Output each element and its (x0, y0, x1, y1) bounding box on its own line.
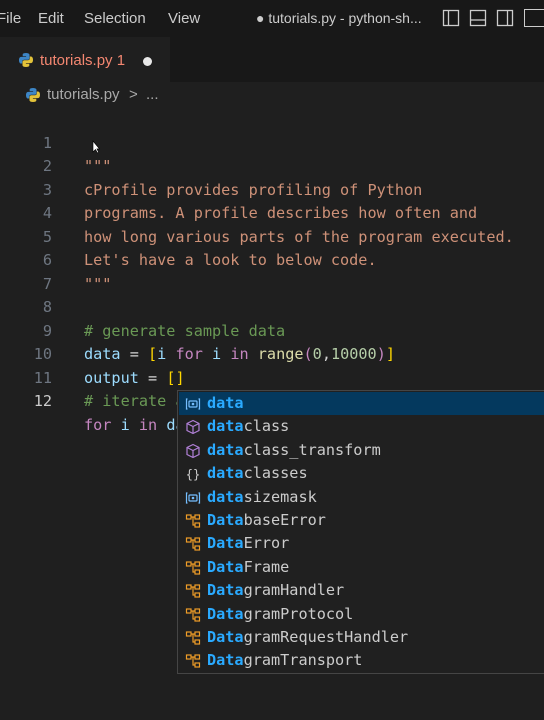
suggestion-item[interactable]: {} dataclasses (179, 462, 544, 485)
class-icon (185, 653, 201, 669)
suggestion-label: dataclasses (207, 462, 308, 485)
suggestion-match: Data (207, 511, 244, 529)
suggestion-label: data (207, 392, 244, 415)
code-line: 2 cProfile provides profiling of Python (0, 132, 544, 199)
autocomplete-suggestions[interactable]: data dataclass dataclass_transform{} datacl… (177, 390, 544, 674)
suggestion-item[interactable]: dataclass (179, 415, 544, 438)
code-line: 7 (0, 249, 544, 293)
suggestion-item[interactable]: datasizemask (179, 486, 544, 509)
suggestion-label: DataError (207, 532, 289, 555)
variable-icon (185, 490, 201, 506)
suggestion-item[interactable]: DatabaseError (179, 509, 544, 532)
menu-file[interactable]: File (0, 10, 21, 27)
suggestion-label: DatagramRequestHandler (207, 626, 408, 649)
code-line: 4 how long various parts of the program … (0, 179, 544, 246)
layout-sidebar-icon[interactable] (442, 9, 460, 27)
line-number: 12 (33, 392, 52, 410)
suggestion-rest: class_transform (243, 440, 381, 459)
suggestion-label: DataFrame (207, 556, 289, 579)
suggestion-label: dataclass_transform (207, 439, 381, 462)
suggestion-rest: sizemask (243, 487, 317, 506)
mouse-cursor-icon (92, 140, 100, 154)
suggestion-match: data (207, 440, 244, 459)
code-line-active: 12 for i in data (0, 367, 544, 434)
suggestion-item[interactable]: DataFrame (179, 556, 544, 579)
class-icon (185, 583, 201, 599)
suggestion-match: Data (207, 651, 244, 670)
menu-view[interactable]: View (168, 10, 200, 27)
code-line: 8 # generate sample data (0, 273, 544, 340)
code-line: 10 output = [] (0, 320, 544, 387)
suggestion-match: data (207, 464, 244, 483)
breadcrumb: tutorials.py > ... (0, 82, 544, 106)
suggestion-rest: gramRequestHandler (243, 628, 409, 646)
code-line: 3 programs. A profile describes how ofte… (0, 155, 544, 223)
layout-customize-icon[interactable] (524, 9, 544, 27)
suggestion-item[interactable]: DataError (179, 532, 544, 555)
suggestion-item[interactable]: DatagramRequestHandler (179, 626, 544, 649)
tab-label: tutorials.py 1 (40, 52, 126, 69)
module-icon (185, 419, 201, 435)
breadcrumb-file[interactable]: tutorials.py (47, 86, 120, 103)
suggestion-match: data (207, 417, 244, 436)
code-line: 6 """ (0, 226, 544, 293)
suggestion-rest: classes (243, 464, 308, 483)
token-keyword: in (138, 415, 158, 434)
window-title: ● tutorials.py - python-sh... (256, 10, 422, 26)
layout-split-icon[interactable] (496, 9, 514, 27)
suggestion-label: DatagramTransport (207, 649, 362, 672)
suggestion-rest: Frame (243, 557, 290, 576)
suggestion-label: dataclass (207, 415, 289, 438)
layout-panel-icon[interactable] (469, 9, 487, 27)
code-line: 1 """ (0, 108, 544, 176)
suggestion-item[interactable]: dataclass_transform (179, 439, 544, 462)
suggestion-item[interactable]: DatagramProtocol (179, 603, 544, 626)
suggestion-match: Data (207, 604, 244, 623)
suggestion-rest: class (243, 417, 290, 436)
svg-text:{}: {} (186, 468, 200, 482)
python-file-icon (26, 88, 40, 102)
suggestion-label: DatagramProtocol (207, 603, 353, 626)
suggestion-rest: Error (243, 534, 290, 553)
title-bar: File Edit Selection View ● tutorials.py … (0, 0, 544, 37)
token-keyword: for (84, 415, 112, 434)
suggestion-match: data (207, 394, 244, 412)
tab-bar: tutorials.py 1 (0, 37, 544, 83)
suggestion-label: datasizemask (207, 486, 317, 509)
suggestion-label: DatagramHandler (207, 579, 344, 602)
tab-tutorials-py[interactable]: tutorials.py 1 (0, 37, 170, 83)
suggestion-item[interactable]: data (179, 392, 544, 416)
token-variable: i (111, 415, 139, 434)
suggestion-item[interactable]: DatagramHandler (179, 579, 544, 602)
class-icon (185, 560, 201, 576)
menu-edit[interactable]: Edit (38, 10, 64, 27)
suggestion-rest: gramProtocol (243, 604, 354, 623)
menu-selection[interactable]: Selection (84, 10, 146, 27)
suggestion-match: data (207, 487, 244, 506)
class-icon (185, 607, 201, 623)
suggestion-rest: gramHandler (243, 581, 345, 600)
suggestion-match: Data (207, 557, 244, 576)
variable-icon (185, 396, 201, 412)
python-file-icon (19, 53, 33, 67)
suggestion-item[interactable]: DatagramTransport (179, 649, 544, 672)
suggestion-match: Data (207, 581, 244, 600)
suggestion-match: Data (207, 534, 244, 553)
module-icon (185, 443, 201, 459)
namespace-icon: {} (185, 466, 201, 482)
class-icon (185, 536, 201, 552)
suggestion-rest: baseError (243, 511, 326, 529)
suggestion-rest: gramTransport (243, 651, 363, 670)
code-line: 5 Let's have a look to below code. (0, 202, 544, 270)
code-line: 11 # iterate and append to list (0, 343, 544, 411)
code-line: 9 data = [i for i in range(0,10000)] (0, 296, 544, 364)
unsaved-dot-icon[interactable] (143, 57, 152, 66)
breadcrumb-separator: > (129, 86, 138, 103)
class-icon (185, 630, 201, 646)
suggestion-match: Data (207, 628, 244, 646)
suggestion-label: DatabaseError (207, 509, 326, 532)
class-icon (185, 513, 201, 529)
breadcrumb-more[interactable]: ... (146, 86, 159, 103)
